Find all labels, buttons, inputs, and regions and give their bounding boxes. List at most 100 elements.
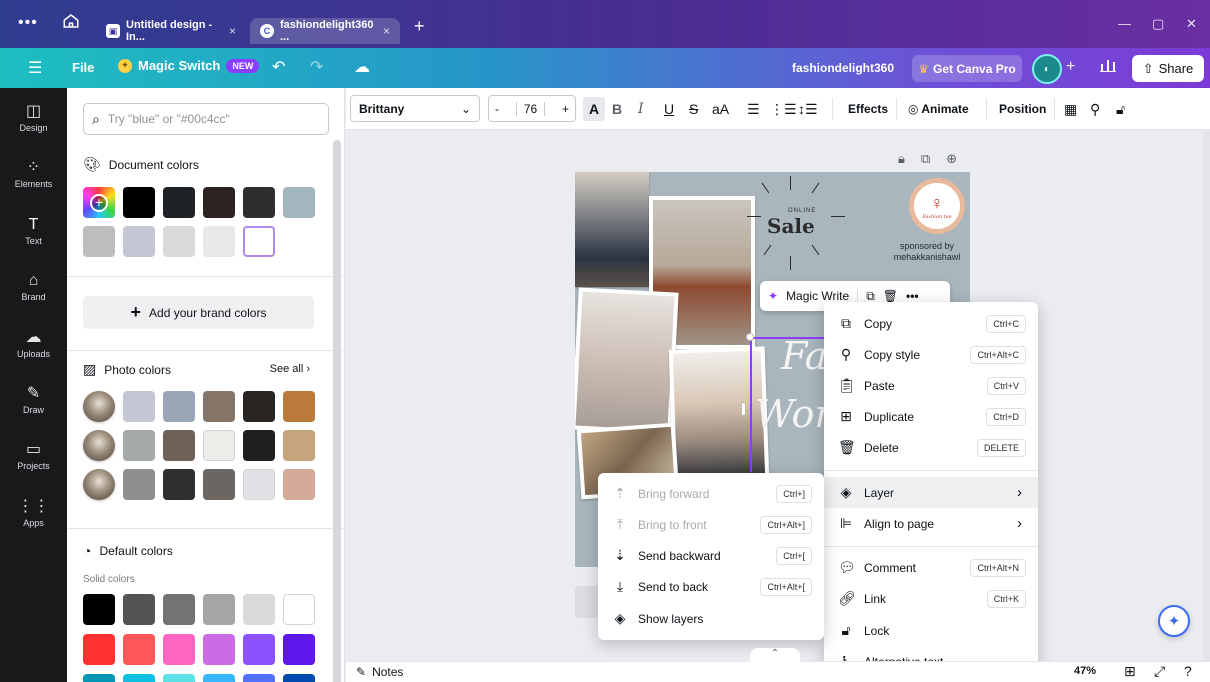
- add-brand-colors-button[interactable]: + Add your brand colors: [83, 296, 314, 329]
- color-swatch[interactable]: [163, 391, 195, 422]
- menu-item-delete[interactable]: 🗑︎ Delete DELETE: [824, 432, 1038, 463]
- sponsored-text[interactable]: sponsored by mehakkanishawl: [887, 241, 967, 263]
- color-swatch[interactable]: [83, 674, 115, 682]
- color-swatch[interactable]: [123, 226, 155, 257]
- get-canva-pro-button[interactable]: ♛ Get Canva Pro: [912, 55, 1022, 82]
- color-swatch[interactable]: [283, 469, 315, 500]
- color-swatch[interactable]: [123, 187, 155, 218]
- insights-icon[interactable]: [1100, 58, 1116, 75]
- color-swatch[interactable]: [83, 594, 115, 625]
- color-swatch[interactable]: [203, 594, 235, 625]
- home-icon[interactable]: [62, 12, 82, 32]
- animate-button[interactable]: ◎ Animate: [908, 102, 969, 116]
- color-swatch[interactable]: [163, 187, 195, 218]
- color-swatch[interactable]: [243, 674, 275, 682]
- color-swatch[interactable]: [203, 469, 235, 500]
- bold-icon[interactable]: B: [612, 97, 622, 121]
- menu-item-lock[interactable]: 🔓︎ Lock: [824, 615, 1038, 646]
- underline-icon[interactable]: U: [664, 97, 674, 121]
- color-swatch[interactable]: [123, 391, 155, 422]
- share-button[interactable]: ⇧ Share: [1132, 55, 1204, 82]
- letter-case-icon[interactable]: aA: [712, 97, 729, 121]
- close-window-icon[interactable]: ✕: [1186, 16, 1197, 32]
- show-pages-button[interactable]: ⌃: [750, 648, 800, 664]
- color-swatch[interactable]: [163, 226, 195, 257]
- effects-button[interactable]: Effects: [848, 102, 888, 116]
- menu-item-bring-forward[interactable]: ⇡ Bring forward Ctrl+]: [598, 478, 824, 509]
- resize-handle[interactable]: [746, 333, 754, 341]
- photo-thumbnail[interactable]: [83, 469, 115, 500]
- avatar[interactable]: ◐: [1032, 54, 1062, 84]
- color-swatch[interactable]: [83, 634, 115, 665]
- paint-roller-icon[interactable]: ⚲: [1090, 97, 1100, 121]
- zoom-level[interactable]: 47%: [1074, 665, 1096, 677]
- duplicate-page-icon[interactable]: ⧉: [921, 151, 930, 167]
- color-swatch[interactable]: [283, 187, 315, 218]
- rail-item-projects[interactable]: ▭ Projects: [0, 441, 67, 471]
- text-align-icon[interactable]: ☰: [747, 97, 760, 121]
- color-swatch[interactable]: [123, 594, 155, 625]
- color-swatch[interactable]: [283, 674, 315, 682]
- color-swatch[interactable]: [203, 226, 235, 257]
- menu-item-layer[interactable]: ◈ Layer ›: [824, 477, 1038, 508]
- decrease-size-button[interactable]: -: [495, 102, 499, 116]
- fullscreen-icon[interactable]: ⤢: [1154, 663, 1165, 680]
- menu-item-duplicate[interactable]: ⊞ Duplicate Ctrl+D: [824, 401, 1038, 432]
- text-color-button[interactable]: A: [583, 97, 605, 121]
- file-menu[interactable]: File: [72, 60, 94, 75]
- menu-item-bring-to-front[interactable]: ⤒ Bring to front Ctrl+Alt+]: [598, 509, 824, 540]
- transparency-icon[interactable]: ▦: [1064, 97, 1077, 121]
- menu-item-copy-style[interactable]: ⚲ Copy style Ctrl+Alt+C: [824, 339, 1038, 370]
- color-swatch[interactable]: [83, 226, 115, 257]
- magic-switch-button[interactable]: ✦ Magic Switch NEW: [118, 58, 260, 73]
- trash-icon[interactable]: 🗑︎: [883, 289, 898, 303]
- spacing-icon[interactable]: ↕☰: [798, 97, 818, 121]
- color-swatch[interactable]: [163, 674, 195, 682]
- menu-item-paste[interactable]: 📋︎ Paste Ctrl+V: [824, 370, 1038, 401]
- font-size-value[interactable]: 76: [515, 101, 546, 116]
- close-tab-icon[interactable]: ×: [229, 24, 236, 38]
- list-icon[interactable]: ⋮☰: [770, 97, 797, 121]
- resize-handle[interactable]: [741, 402, 746, 416]
- lock-page-icon[interactable]: 🔒︎: [898, 151, 905, 167]
- hamburger-menu-icon[interactable]: ☰: [28, 58, 42, 78]
- position-button[interactable]: Position: [999, 102, 1046, 116]
- redo-icon[interactable]: ↷: [310, 57, 323, 77]
- font-size-stepper[interactable]: - 76 +: [488, 95, 576, 122]
- color-swatch[interactable]: [203, 674, 235, 682]
- menu-item-comment[interactable]: 💬︎ Comment Ctrl+Alt+N: [824, 552, 1038, 583]
- color-swatch[interactable]: [203, 634, 235, 665]
- color-swatch[interactable]: [163, 634, 195, 665]
- font-family-select[interactable]: Brittany ⌄: [350, 95, 480, 122]
- color-search[interactable]: ⌕: [83, 103, 329, 135]
- rail-item-text[interactable]: T Text: [0, 216, 67, 246]
- grid-view-icon[interactable]: ⊞: [1124, 663, 1136, 680]
- color-swatch[interactable]: [283, 391, 315, 422]
- color-swatch[interactable]: [243, 430, 275, 461]
- minimize-icon[interactable]: —: [1118, 16, 1131, 31]
- color-swatch[interactable]: [163, 430, 195, 461]
- color-swatch[interactable]: [243, 391, 275, 422]
- color-swatch[interactable]: [123, 430, 155, 461]
- color-swatch[interactable]: [243, 187, 275, 218]
- photo-women-white[interactable]: [575, 287, 679, 435]
- color-swatch[interactable]: [203, 187, 235, 218]
- menu-item-show-layers[interactable]: ◈ Show layers: [598, 603, 824, 634]
- invite-plus-icon[interactable]: +: [1066, 58, 1075, 76]
- new-tab-button[interactable]: +: [414, 16, 425, 37]
- photo-thumbnail[interactable]: [83, 430, 115, 461]
- color-swatch[interactable]: [203, 391, 235, 422]
- rail-item-elements[interactable]: ⁘ Elements: [0, 159, 67, 189]
- menu-item-send-to-back[interactable]: ⤓ Send to back Ctrl+Alt+[: [598, 571, 824, 602]
- help-icon[interactable]: ?: [1184, 663, 1192, 679]
- menu-item-send-backward[interactable]: ⇣ Send backward Ctrl+[: [598, 540, 824, 571]
- sale-graphic[interactable]: ONLINE Sale: [745, 176, 855, 276]
- maximize-icon[interactable]: ▢: [1152, 16, 1164, 32]
- brand-logo[interactable]: ♀ Fashion tee: [909, 178, 965, 234]
- add-color-button[interactable]: +: [83, 187, 115, 218]
- color-swatch[interactable]: [283, 634, 315, 665]
- color-swatch[interactable]: [163, 469, 195, 500]
- italic-icon[interactable]: I: [638, 97, 644, 121]
- color-swatch[interactable]: [243, 594, 275, 625]
- menu-item-copy[interactable]: ⧉ Copy Ctrl+C: [824, 308, 1038, 339]
